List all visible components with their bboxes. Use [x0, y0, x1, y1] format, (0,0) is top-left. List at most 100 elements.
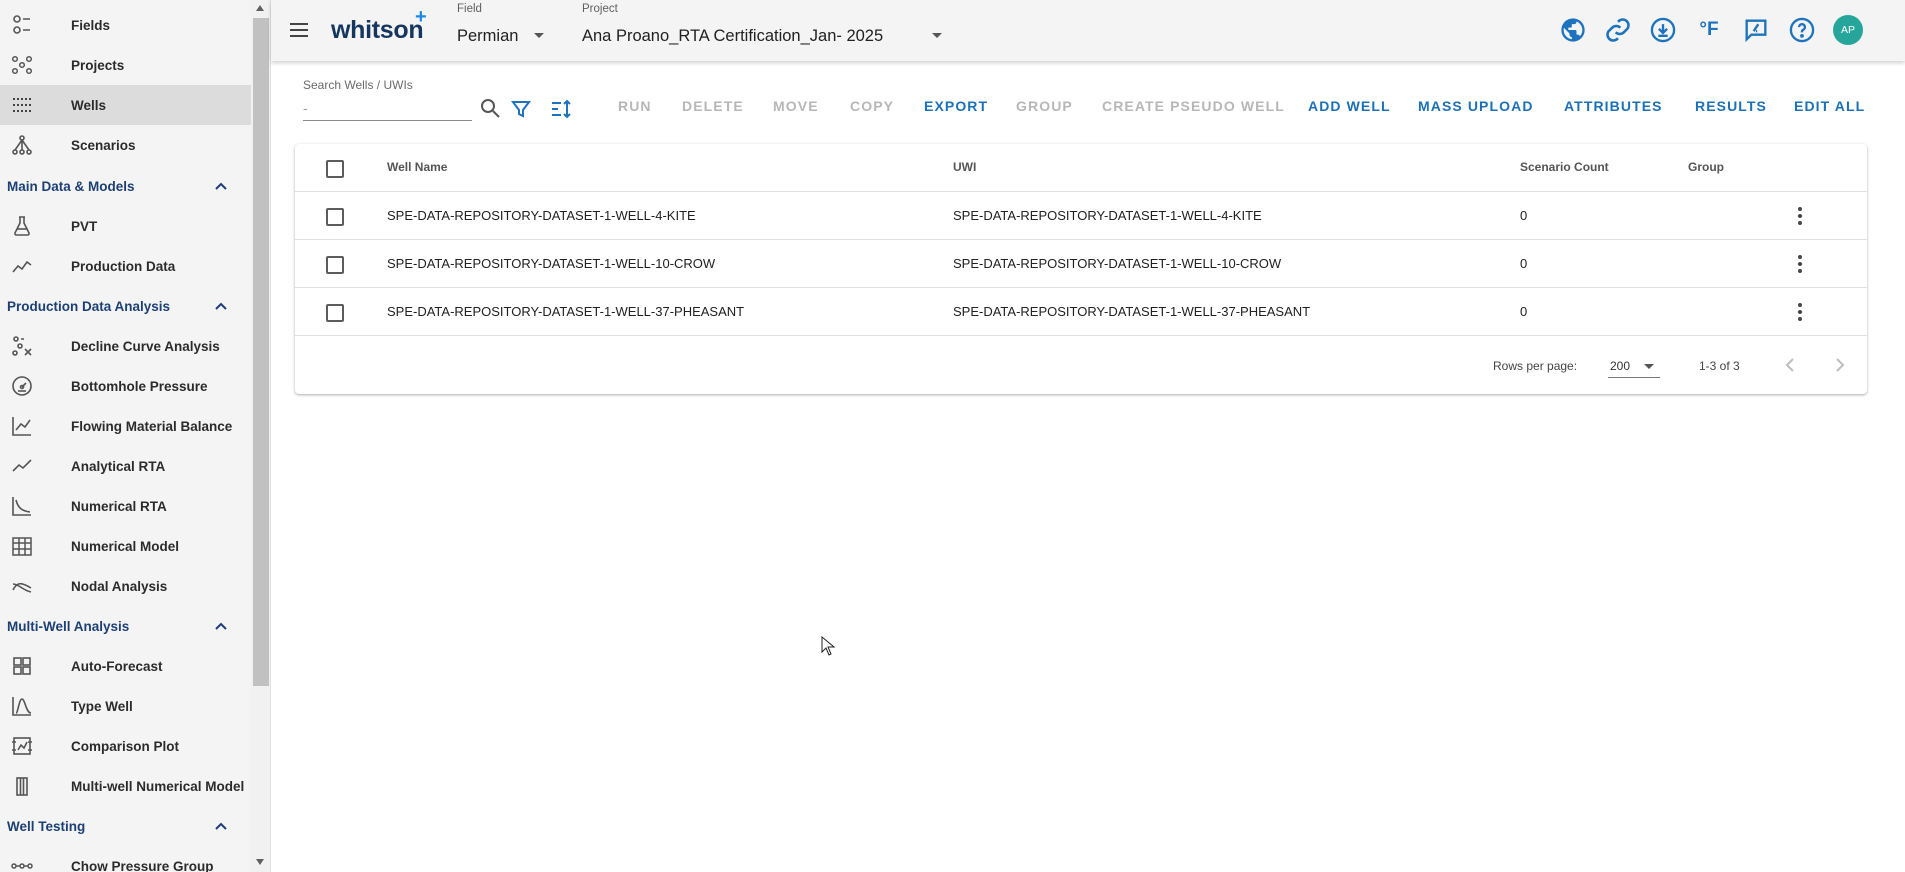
section-header-main-data[interactable]: Main Data & Models — [0, 166, 251, 206]
help-icon[interactable] — [1788, 16, 1816, 44]
hamburger-menu-icon[interactable] — [287, 18, 311, 42]
globe-icon[interactable] — [1559, 16, 1587, 44]
table-row[interactable]: SPE-DATA-REPOSITORY-DATASET-1-WELL-4-KIT… — [295, 192, 1867, 240]
sidebar-item-production-data[interactable]: Production Data — [0, 246, 251, 286]
projects-icon — [10, 53, 34, 77]
results-button[interactable]: RESULTS — [1695, 98, 1767, 114]
move-button[interactable]: MOVE — [773, 98, 819, 114]
scrollbar-thumb[interactable] — [253, 18, 269, 686]
search-input[interactable] — [303, 95, 472, 121]
sidebar-item-label: Type Well — [71, 698, 133, 714]
table-header-row: Well Name UWI Scenario Count Group — [295, 144, 1867, 192]
scroll-up-arrow-icon[interactable] — [255, 4, 265, 12]
chevron-up-icon — [215, 822, 227, 830]
sidebar-item-projects[interactable]: Projects — [0, 45, 251, 85]
export-button[interactable]: EXPORT — [924, 98, 988, 114]
sidebar-item-bottomhole-pressure[interactable]: Bottomhole Pressure — [0, 366, 251, 406]
project-select[interactable]: Project Ana Proano_RTA Certification_Jan… — [582, 0, 942, 61]
temperature-unit-icon[interactable]: °F — [1695, 16, 1723, 44]
chain-nodes-icon — [10, 854, 34, 872]
row-checkbox[interactable] — [326, 208, 344, 226]
fields-icon — [10, 13, 34, 37]
sidebar-item-type-well[interactable]: Type Well — [0, 686, 251, 726]
section-header-multi-well-analysis[interactable]: Multi-Well Analysis — [0, 606, 251, 646]
sidebar-item-label: Chow Pressure Group — [71, 858, 214, 872]
field-select-value: Permian — [457, 27, 519, 45]
sidebar-item-analytical-rta[interactable]: Analytical RTA — [0, 446, 251, 486]
section-header-well-testing[interactable]: Well Testing — [0, 806, 251, 846]
sidebar-item-label: Analytical RTA — [71, 458, 166, 474]
attributes-button[interactable]: ATTRIBUTES — [1564, 98, 1663, 114]
sidebar-item-label: Scenarios — [71, 137, 136, 153]
run-button[interactable]: RUN — [618, 98, 652, 114]
columns-icon — [10, 774, 34, 798]
sidebar-item-wells[interactable]: Wells — [0, 85, 251, 125]
mass-upload-button[interactable]: MASS UPLOAD — [1418, 98, 1534, 114]
uwi-cell: SPE-DATA-REPOSITORY-DATASET-1-WELL-10-CR… — [953, 256, 1282, 271]
sidebar-item-label: Bottomhole Pressure — [71, 378, 208, 394]
sidebar-item-fields[interactable]: Fields — [0, 5, 251, 45]
create-pseudo-well-button[interactable]: CREATE PSEUDO WELL — [1102, 98, 1285, 114]
column-header-group[interactable]: Group — [1688, 160, 1724, 174]
more-vert-icon[interactable] — [1788, 204, 1812, 228]
column-header-scenario-count[interactable]: Scenario Count — [1520, 160, 1609, 174]
delete-button[interactable]: DELETE — [682, 98, 744, 114]
copy-button[interactable]: COPY — [850, 98, 894, 114]
select-all-checkbox[interactable] — [326, 160, 344, 178]
app-logo-plus: + — [415, 6, 427, 28]
next-page-icon[interactable] — [1828, 353, 1852, 377]
sidebar-item-numerical-rta[interactable]: Numerical RTA — [0, 486, 251, 526]
sidebar-item-numerical-model[interactable]: Numerical Model — [0, 526, 251, 566]
sidebar-item-label: Fields — [71, 17, 111, 33]
sidebar-item-pvt[interactable]: PVT — [0, 206, 251, 246]
well-name-cell[interactable]: SPE-DATA-REPOSITORY-DATASET-1-WELL-37-PH… — [387, 304, 744, 319]
sidebar-item-scenarios[interactable]: Scenarios — [0, 125, 251, 165]
scroll-down-arrow-icon[interactable] — [255, 858, 265, 866]
well-name-cell[interactable]: SPE-DATA-REPOSITORY-DATASET-1-WELL-10-CR… — [387, 256, 715, 271]
sidebar-scrollbar[interactable] — [251, 0, 270, 872]
table-row[interactable]: SPE-DATA-REPOSITORY-DATASET-1-WELL-37-PH… — [295, 288, 1867, 336]
rows-per-page-label: Rows per page: — [1493, 359, 1578, 373]
uwi-cell: SPE-DATA-REPOSITORY-DATASET-1-WELL-37-PH… — [953, 304, 1311, 319]
sidebar-item-flowing-material-balance[interactable]: Flowing Material Balance — [0, 406, 251, 446]
table-row[interactable]: SPE-DATA-REPOSITORY-DATASET-1-WELL-10-CR… — [295, 240, 1867, 288]
sort-icon[interactable] — [549, 97, 573, 121]
sidebar-item-nodal-analysis[interactable]: Nodal Analysis — [0, 566, 251, 606]
section-header-production-data-analysis[interactable]: Production Data Analysis — [0, 286, 251, 326]
sidebar-item-label: Comparison Plot — [71, 738, 180, 754]
sidebar-item-label: Auto-Forecast — [71, 658, 163, 674]
column-header-well-name[interactable]: Well Name — [387, 160, 447, 174]
sidebar-item-decline-curve-analysis[interactable]: Decline Curve Analysis — [0, 326, 251, 366]
well-name-cell[interactable]: SPE-DATA-REPOSITORY-DATASET-1-WELL-4-KIT… — [387, 208, 696, 223]
section-title: Production Data Analysis — [7, 298, 171, 314]
chart-axes-icon — [10, 414, 34, 438]
group-button[interactable]: GROUP — [1016, 98, 1073, 114]
sidebar-item-multi-well-numerical-model[interactable]: Multi-well Numerical Model — [0, 766, 251, 806]
more-vert-icon[interactable] — [1788, 252, 1812, 276]
top-app-bar: whitson + Field Permian Project Ana Proa… — [271, 0, 1905, 61]
edit-all-button[interactable]: EDIT ALL — [1794, 98, 1865, 114]
filter-icon[interactable] — [509, 97, 533, 121]
sidebar-item-chow-pressure-group[interactable]: Chow Pressure Group — [0, 846, 251, 872]
more-vert-icon[interactable] — [1788, 300, 1812, 324]
sidebar-item-label: PVT — [71, 218, 98, 234]
avatar[interactable]: AP — [1833, 15, 1863, 45]
column-header-uwi[interactable]: UWI — [953, 160, 976, 174]
add-well-button[interactable]: ADD WELL — [1308, 98, 1391, 114]
field-select[interactable]: Field Permian — [457, 0, 557, 61]
download-icon[interactable] — [1649, 16, 1677, 44]
row-checkbox[interactable] — [326, 256, 344, 274]
gauge-icon — [10, 374, 34, 398]
search-icon[interactable] — [478, 96, 502, 120]
feedback-icon[interactable] — [1742, 16, 1770, 44]
previous-page-icon[interactable] — [1778, 353, 1802, 377]
rows-per-page-select[interactable]: 200 — [1608, 352, 1660, 378]
sidebar-item-auto-forecast[interactable]: Auto-Forecast — [0, 646, 251, 686]
scenario-count-cell: 0 — [1520, 256, 1528, 271]
decline-axes-icon — [10, 494, 34, 518]
sidebar-item-label: Multi-well Numerical Model — [71, 778, 245, 794]
row-checkbox[interactable] — [326, 304, 344, 322]
link-icon[interactable] — [1604, 16, 1632, 44]
sidebar-item-label: Nodal Analysis — [71, 578, 168, 594]
sidebar-item-comparison-plot[interactable]: Comparison Plot — [0, 726, 251, 766]
